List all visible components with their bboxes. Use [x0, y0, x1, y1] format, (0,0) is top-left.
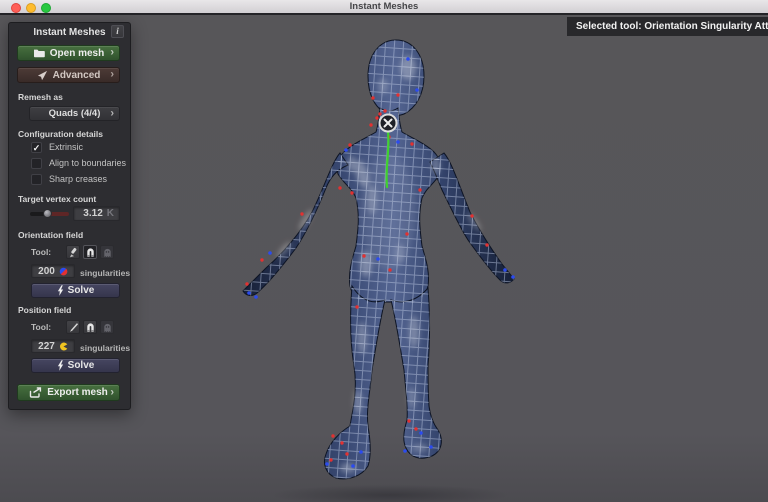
orientation-singularity-icon	[59, 267, 68, 276]
orientation-singularities-label: singularities	[80, 268, 130, 278]
align-boundaries-label: Align to boundaries	[49, 158, 126, 168]
position-pen-tool-button[interactable]	[66, 320, 80, 334]
ghost-icon	[102, 247, 113, 258]
open-mesh-button[interactable]: Open mesh ›	[17, 45, 120, 61]
position-solve-button[interactable]: Solve	[31, 358, 120, 373]
lightning-icon	[57, 360, 64, 371]
magnet-icon	[85, 247, 96, 258]
ghost-icon	[102, 322, 113, 333]
sharp-creases-label: Sharp creases	[49, 174, 107, 184]
remesh-type-value: Quads (4/4)	[49, 108, 101, 119]
folder-icon	[33, 48, 45, 58]
orientation-solve-button[interactable]: Solve	[31, 283, 120, 298]
vertex-count-value: 3.12	[83, 208, 102, 219]
magnet-icon	[85, 322, 96, 333]
checkbox-row-sharp-creases: Sharp creases	[31, 173, 107, 185]
pen-icon	[68, 322, 79, 333]
instant-meshes-window: Selected tool: Orientation Singularity A…	[0, 0, 768, 502]
export-mesh-label: Export mesh	[47, 387, 108, 398]
vertex-count-slider[interactable]	[30, 212, 69, 216]
orientation-tool-label: Tool:	[31, 247, 66, 257]
window-title: Instant Meshes	[0, 0, 768, 13]
vertex-count-unit: K	[107, 208, 114, 219]
sharp-creases-checkbox[interactable]	[31, 174, 42, 185]
position-tool-row: Tool:	[31, 320, 117, 334]
chevron-right-icon: ›	[110, 47, 114, 59]
singularity-attractor-marker[interactable]	[380, 115, 397, 132]
remesh-type-dropdown[interactable]: Quads (4/4) ›	[29, 106, 120, 121]
titlebar: Instant Meshes	[0, 0, 768, 13]
open-mesh-label: Open mesh	[50, 48, 104, 59]
orientation-ghost-tool-button[interactable]	[100, 245, 114, 259]
align-boundaries-checkbox[interactable]	[31, 158, 42, 169]
vertex-count-field[interactable]: 3.12 K	[73, 206, 120, 221]
remesh-as-label: Remesh as	[18, 92, 63, 102]
brush-icon	[68, 247, 79, 258]
position-singularities-label: singularities	[80, 343, 130, 353]
position-singularity-count: 227	[38, 341, 55, 352]
position-singularity-count-field[interactable]: 227	[31, 339, 75, 353]
slider-knob[interactable]	[43, 209, 52, 218]
position-singularity-attractor-button[interactable]	[83, 320, 97, 334]
orientation-field-label: Orientation field	[18, 230, 83, 240]
position-field-label: Position field	[18, 305, 71, 315]
position-solve-label: Solve	[68, 360, 95, 371]
orientation-singularity-attractor-button[interactable]	[83, 245, 97, 259]
extrinsic-label: Extrinsic	[49, 142, 83, 152]
orientation-singularity-count-field[interactable]: 200	[31, 264, 75, 278]
target-vertex-count-label: Target vertex count	[18, 194, 96, 204]
info-button[interactable]: i	[111, 25, 124, 38]
position-singularity-icon	[59, 342, 68, 351]
control-panel: Instant Meshes i Open mesh › Advanced › …	[8, 22, 131, 410]
position-ghost-tool-button[interactable]	[100, 320, 114, 334]
orientation-singularity-count: 200	[38, 266, 55, 277]
orientation-solve-label: Solve	[68, 285, 95, 296]
checkbox-row-extrinsic: ✓ Extrinsic	[31, 141, 83, 153]
orientation-brush-tool-button[interactable]	[66, 245, 80, 259]
export-icon	[29, 387, 42, 398]
selected-tool-tooltip: Selected tool: Orientation Singularity A…	[567, 17, 768, 36]
export-mesh-button[interactable]: Export mesh ›	[17, 384, 120, 401]
lightning-icon	[57, 285, 64, 296]
configuration-details-label: Configuration details	[18, 129, 103, 139]
chevron-right-icon: ›	[110, 107, 114, 119]
paper-plane-icon	[37, 70, 48, 81]
chevron-right-icon: ›	[110, 69, 114, 81]
position-tool-label: Tool:	[31, 322, 66, 332]
checkbox-row-align-boundaries: Align to boundaries	[31, 157, 126, 169]
extrinsic-checkbox[interactable]: ✓	[31, 142, 42, 153]
advanced-button[interactable]: Advanced ›	[17, 67, 120, 83]
chevron-right-icon: ›	[110, 386, 114, 398]
advanced-label: Advanced	[53, 70, 101, 81]
orientation-tool-row: Tool:	[31, 245, 117, 259]
